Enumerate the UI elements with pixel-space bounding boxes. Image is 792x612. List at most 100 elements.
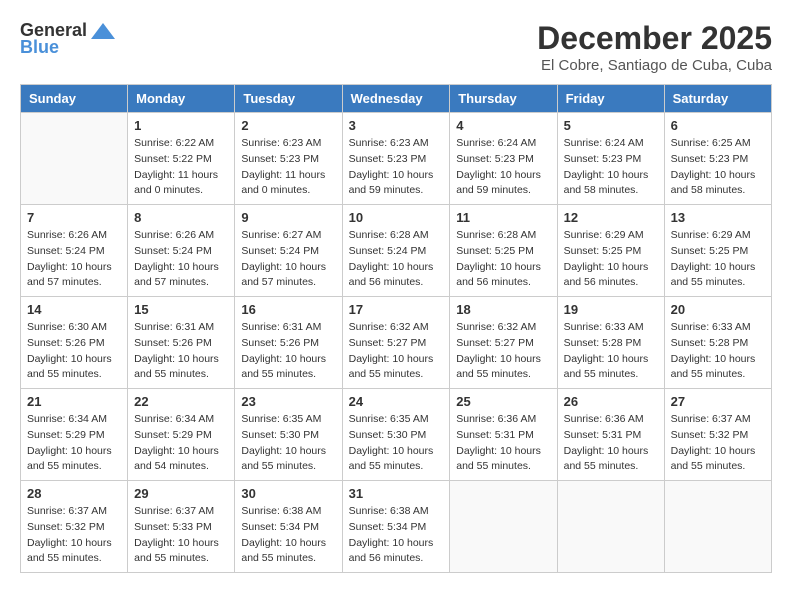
day-number: 25 [456,394,550,409]
day-number: 29 [134,486,228,501]
calendar-cell: 1 Sunrise: 6:22 AMSunset: 5:22 PMDaylight… [128,113,235,205]
day-number: 22 [134,394,228,409]
day-info: Sunrise: 6:38 AMSunset: 5:34 PMDaylight:… [349,504,444,567]
day-info: Sunrise: 6:29 AMSunset: 5:25 PMDaylight:… [564,228,658,291]
day-info: Sunrise: 6:30 AMSunset: 5:26 PMDaylight:… [27,320,121,383]
weekday-header-row: SundayMondayTuesdayWednesdayThursdayFrid… [21,85,772,113]
weekday-header-wednesday: Wednesday [342,85,450,113]
calendar-cell [664,481,771,573]
calendar-cell: 21 Sunrise: 6:34 AMSunset: 5:29 PMDayligh… [21,389,128,481]
calendar-cell: 11Sunrise: 6:28 AMSunset: 5:25 PMDayligh… [450,205,557,297]
calendar-cell [21,113,128,205]
week-row-0: 1 Sunrise: 6:22 AMSunset: 5:22 PMDaylight… [21,113,772,205]
day-number: 21 [27,394,121,409]
day-number: 17 [349,302,444,317]
week-row-1: 7 Sunrise: 6:26 AMSunset: 5:24 PMDaylight… [21,205,772,297]
day-number: 23 [241,394,335,409]
day-info: Sunrise: 6:37 AMSunset: 5:32 PMDaylight:… [27,504,121,567]
weekday-header-saturday: Saturday [664,85,771,113]
day-info: Sunrise: 6:23 AMSunset: 5:23 PMDaylight:… [241,136,335,199]
day-number: 1 [134,118,228,133]
day-number: 30 [241,486,335,501]
calendar-cell: 17Sunrise: 6:32 AMSunset: 5:27 PMDayligh… [342,297,450,389]
day-number: 13 [671,210,765,225]
page-header: General Blue December 2025 El Cobre, San… [20,20,772,74]
day-info: Sunrise: 6:28 AMSunset: 5:24 PMDaylight:… [349,228,444,291]
day-number: 16 [241,302,335,317]
day-info: Sunrise: 6:33 AMSunset: 5:28 PMDaylight:… [671,320,765,383]
day-number: 26 [564,394,658,409]
calendar-cell: 7 Sunrise: 6:26 AMSunset: 5:24 PMDaylight… [21,205,128,297]
day-info: Sunrise: 6:35 AMSunset: 5:30 PMDaylight:… [241,412,335,475]
location-title: El Cobre, Santiago de Cuba, Cuba [537,57,772,74]
day-number: 4 [456,118,550,133]
calendar-cell: 23 Sunrise: 6:35 AMSunset: 5:30 PMDayligh… [235,389,342,481]
day-info: Sunrise: 6:34 AMSunset: 5:29 PMDaylight:… [134,412,228,475]
day-number: 7 [27,210,121,225]
calendar-cell: 24Sunrise: 6:35 AMSunset: 5:30 PMDayligh… [342,389,450,481]
calendar-cell: 9 Sunrise: 6:27 AMSunset: 5:24 PMDaylight… [235,205,342,297]
calendar-cell: 15 Sunrise: 6:31 AMSunset: 5:26 PMDayligh… [128,297,235,389]
logo: General Blue [20,20,117,58]
day-info: Sunrise: 6:31 AMSunset: 5:26 PMDaylight:… [134,320,228,383]
day-info: Sunrise: 6:26 AMSunset: 5:24 PMDaylight:… [134,228,228,291]
day-number: 9 [241,210,335,225]
day-number: 3 [349,118,444,133]
calendar-cell: 22 Sunrise: 6:34 AMSunset: 5:29 PMDayligh… [128,389,235,481]
calendar-cell: 10 Sunrise: 6:28 AMSunset: 5:24 PMDayligh… [342,205,450,297]
calendar-cell: 26 Sunrise: 6:36 AMSunset: 5:31 PMDayligh… [557,389,664,481]
month-title: December 2025 [537,20,772,57]
calendar-cell: 19Sunrise: 6:33 AMSunset: 5:28 PMDayligh… [557,297,664,389]
day-info: Sunrise: 6:27 AMSunset: 5:24 PMDaylight:… [241,228,335,291]
calendar-cell: 18Sunrise: 6:32 AMSunset: 5:27 PMDayligh… [450,297,557,389]
calendar-cell: 12 Sunrise: 6:29 AMSunset: 5:25 PMDayligh… [557,205,664,297]
day-number: 12 [564,210,658,225]
day-info: Sunrise: 6:38 AMSunset: 5:34 PMDaylight:… [241,504,335,567]
day-number: 8 [134,210,228,225]
calendar-cell [557,481,664,573]
weekday-header-sunday: Sunday [21,85,128,113]
day-info: Sunrise: 6:32 AMSunset: 5:27 PMDaylight:… [456,320,550,383]
day-info: Sunrise: 6:29 AMSunset: 5:25 PMDaylight:… [671,228,765,291]
day-number: 28 [27,486,121,501]
calendar-cell: 4Sunrise: 6:24 AMSunset: 5:23 PMDaylight… [450,113,557,205]
week-row-4: 28 Sunrise: 6:37 AMSunset: 5:32 PMDayligh… [21,481,772,573]
logo-icon [89,21,117,41]
day-info: Sunrise: 6:25 AMSunset: 5:23 PMDaylight:… [671,136,765,199]
calendar-cell: 13 Sunrise: 6:29 AMSunset: 5:25 PMDayligh… [664,205,771,297]
day-info: Sunrise: 6:26 AMSunset: 5:24 PMDaylight:… [27,228,121,291]
day-info: Sunrise: 6:36 AMSunset: 5:31 PMDaylight:… [564,412,658,475]
calendar-cell: 20 Sunrise: 6:33 AMSunset: 5:28 PMDayligh… [664,297,771,389]
day-info: Sunrise: 6:23 AMSunset: 5:23 PMDaylight:… [349,136,444,199]
day-number: 10 [349,210,444,225]
weekday-header-friday: Friday [557,85,664,113]
calendar-cell: 14 Sunrise: 6:30 AMSunset: 5:26 PMDayligh… [21,297,128,389]
calendar-table: SundayMondayTuesdayWednesdayThursdayFrid… [20,84,772,573]
calendar-cell: 16 Sunrise: 6:31 AMSunset: 5:26 PMDayligh… [235,297,342,389]
weekday-header-monday: Monday [128,85,235,113]
day-number: 27 [671,394,765,409]
day-info: Sunrise: 6:33 AMSunset: 5:28 PMDaylight:… [564,320,658,383]
day-number: 2 [241,118,335,133]
day-info: Sunrise: 6:22 AMSunset: 5:22 PMDaylight:… [134,136,228,199]
calendar-cell: 25 Sunrise: 6:36 AMSunset: 5:31 PMDayligh… [450,389,557,481]
calendar-cell: 30 Sunrise: 6:38 AMSunset: 5:34 PMDayligh… [235,481,342,573]
weekday-header-thursday: Thursday [450,85,557,113]
day-number: 14 [27,302,121,317]
day-number: 31 [349,486,444,501]
calendar-cell: 28 Sunrise: 6:37 AMSunset: 5:32 PMDayligh… [21,481,128,573]
calendar-cell [450,481,557,573]
day-number: 6 [671,118,765,133]
day-info: Sunrise: 6:28 AMSunset: 5:25 PMDaylight:… [456,228,550,291]
day-info: Sunrise: 6:37 AMSunset: 5:32 PMDaylight:… [671,412,765,475]
day-info: Sunrise: 6:36 AMSunset: 5:31 PMDaylight:… [456,412,550,475]
calendar-cell: 3 Sunrise: 6:23 AMSunset: 5:23 PMDaylight… [342,113,450,205]
day-info: Sunrise: 6:37 AMSunset: 5:33 PMDaylight:… [134,504,228,567]
calendar-cell: 2 Sunrise: 6:23 AMSunset: 5:23 PMDaylight… [235,113,342,205]
day-info: Sunrise: 6:31 AMSunset: 5:26 PMDaylight:… [241,320,335,383]
week-row-3: 21 Sunrise: 6:34 AMSunset: 5:29 PMDayligh… [21,389,772,481]
calendar-cell: 8 Sunrise: 6:26 AMSunset: 5:24 PMDaylight… [128,205,235,297]
day-number: 15 [134,302,228,317]
day-info: Sunrise: 6:34 AMSunset: 5:29 PMDaylight:… [27,412,121,475]
day-number: 20 [671,302,765,317]
